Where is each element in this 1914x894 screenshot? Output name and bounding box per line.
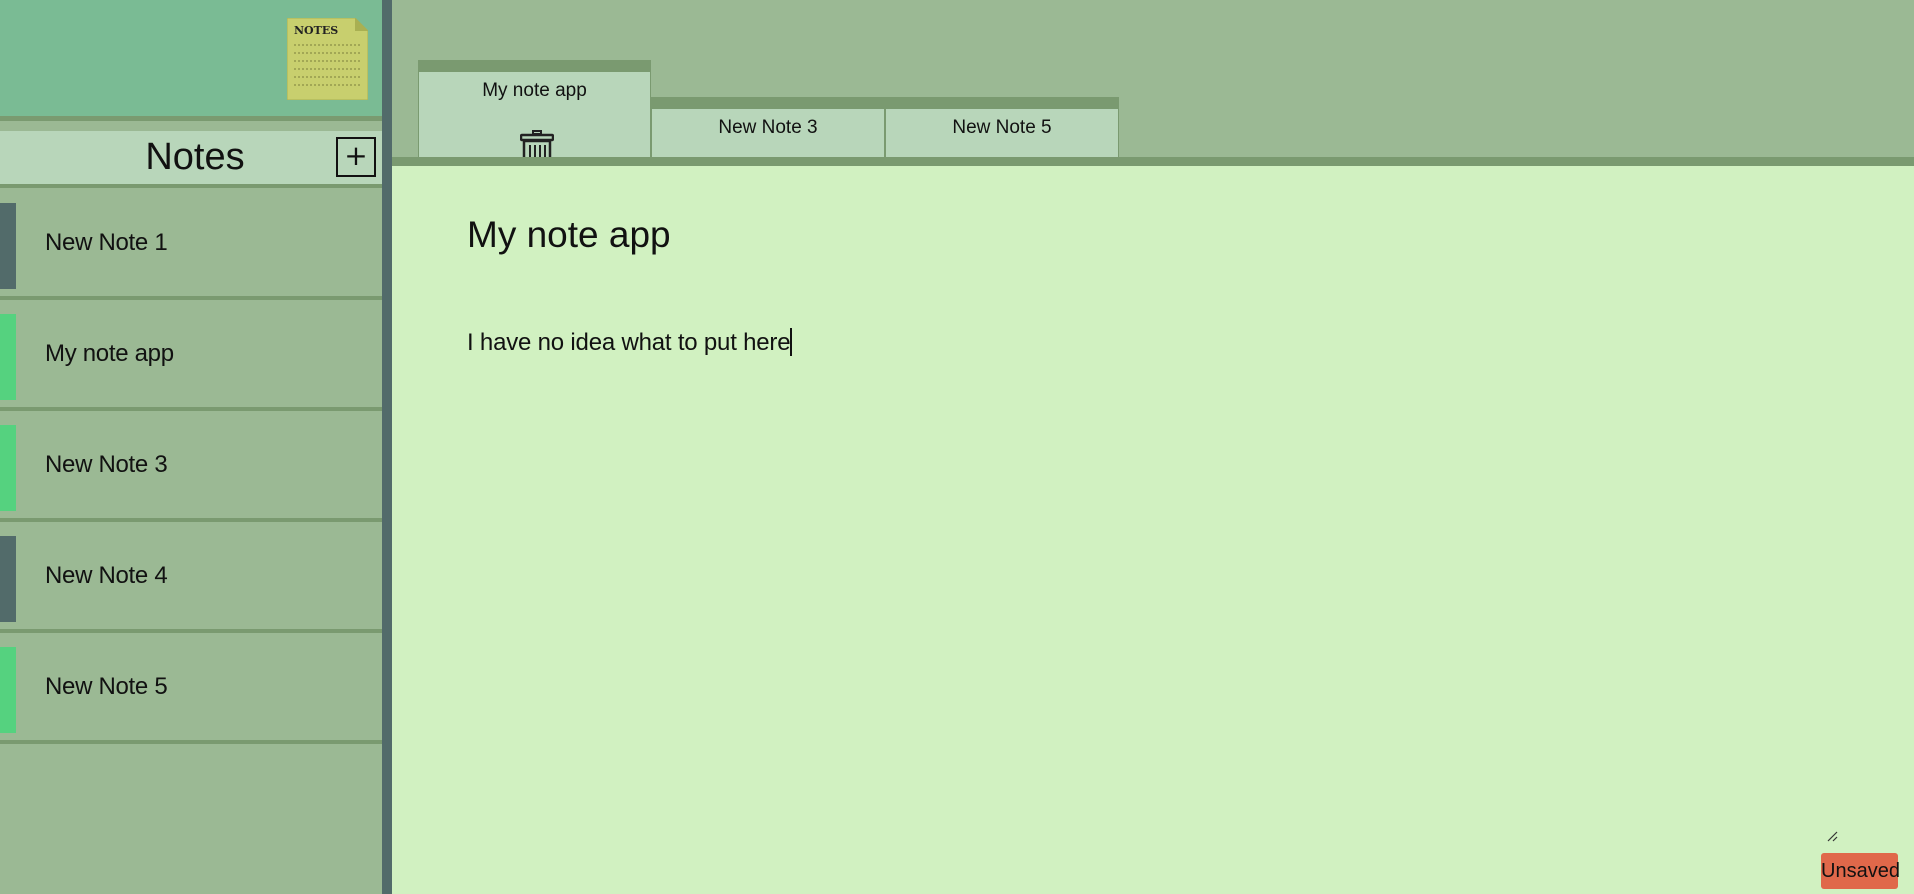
note-open-marker [0, 203, 16, 289]
status-badge: Unsaved [1821, 853, 1900, 889]
tab-new-note-3[interactable]: New Note 3 [651, 97, 885, 157]
note-editor[interactable]: My note app I have no idea what to put h… [392, 166, 1914, 894]
trash-icon[interactable] [520, 130, 554, 157]
note-list-item[interactable]: New Note 4 [0, 522, 382, 633]
tab-label: New Note 5 [952, 117, 1052, 138]
tab-my-note-app[interactable]: My note app [418, 60, 651, 157]
note-open-marker [0, 314, 16, 400]
note-list-item[interactable]: My note app [0, 300, 382, 411]
tab-label: My note app [482, 80, 587, 101]
tab-label: New Note 3 [718, 117, 818, 138]
note-body-text: I have no idea what to put here [467, 329, 791, 356]
note-open-marker [0, 425, 16, 511]
note-list-item-label: New Note 3 [45, 451, 168, 478]
tab-bar: My note app New Note 3 New Note 5 [392, 0, 1914, 157]
note-body-field[interactable]: I have no idea what to put here [467, 328, 793, 357]
note-title-field[interactable]: My note app [467, 214, 671, 256]
sidebar-header: NOTES [0, 0, 390, 121]
note-open-marker [0, 536, 16, 622]
sidebar-resize-divider[interactable] [382, 0, 392, 894]
note-list-item-label: My note app [45, 340, 174, 367]
note-app-window: NOTES Notes + New Note 1 My note app New… [0, 0, 1914, 894]
notepad-icon: NOTES [287, 18, 368, 100]
note-open-marker [0, 647, 16, 733]
tab-new-note-5[interactable]: New Note 5 [885, 97, 1119, 157]
add-note-button[interactable]: + [336, 137, 376, 177]
sidebar-title: Notes [145, 136, 245, 178]
note-list-item[interactable]: New Note 5 [0, 633, 382, 744]
logo-text: NOTES [294, 24, 338, 37]
notes-header-bar: Notes + [0, 131, 382, 188]
note-list-item[interactable]: New Note 1 [0, 189, 382, 300]
sidebar: NOTES Notes + New Note 1 My note app New… [0, 0, 390, 894]
note-list-item[interactable]: New Note 3 [0, 411, 382, 522]
text-cursor [790, 328, 793, 356]
tab-bar-border [392, 157, 1914, 166]
note-list-item-label: New Note 5 [45, 673, 168, 700]
note-list: New Note 1 My note app New Note 3 New No… [0, 189, 382, 744]
note-list-item-label: New Note 4 [45, 562, 168, 589]
resize-grip-icon[interactable] [1826, 830, 1840, 844]
note-list-item-label: New Note 1 [45, 229, 168, 256]
